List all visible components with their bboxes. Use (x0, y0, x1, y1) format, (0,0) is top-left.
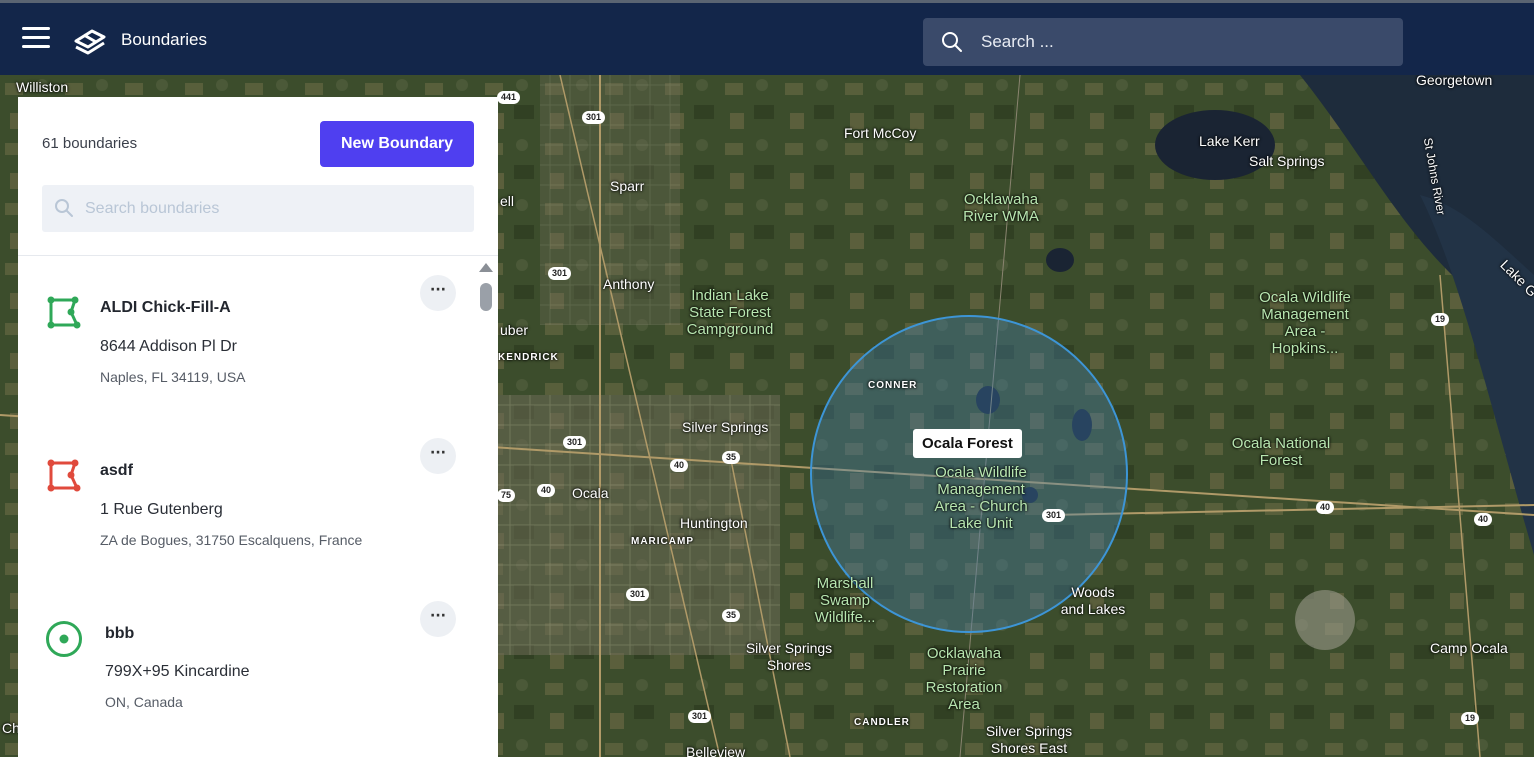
boundary-address-line1: 8644 Addison Pl Dr (100, 338, 237, 355)
global-search-box[interactable] (923, 18, 1403, 66)
boundary-address-line1: 1 Rue Gutenberg (100, 501, 223, 518)
polygon-boundary-icon (47, 296, 81, 329)
road-shield: 301 (626, 588, 650, 601)
boundary-address-line1: 799X+95 Kincardine (105, 663, 250, 680)
map-label: ell (500, 193, 515, 209)
app-logo-icon (74, 29, 106, 55)
polygon-boundary-icon (47, 459, 81, 492)
map-label: Ocala National Forest (1231, 435, 1331, 469)
top-bar: Boundaries (0, 0, 1534, 75)
more-options-button[interactable]: ··· (420, 601, 456, 637)
road-shield: 40 (670, 459, 689, 472)
boundary-address-line2: ZA de Bogues, 31750 Escalquens, France (100, 532, 363, 548)
boundary-list: ALDI Chick-Fill-A 8644 Addison Pl Dr Nap… (18, 257, 480, 757)
map-label: Marshall Swamp Wildlife... (814, 575, 876, 626)
map-label: Salt Springs (1249, 153, 1325, 169)
global-search-input[interactable] (981, 18, 1381, 66)
scrollbar-thumb[interactable] (480, 283, 492, 311)
road-shield: 441 (497, 91, 521, 104)
list-item[interactable]: asdf 1 Rue Gutenberg ZA de Bogues, 31750… (18, 420, 480, 580)
road-shield: 301 (688, 710, 712, 723)
boundary-search-input[interactable] (85, 185, 465, 232)
list-item[interactable]: ALDI Chick-Fill-A 8644 Addison Pl Dr Nap… (18, 257, 480, 417)
circle-boundary-icon (46, 621, 82, 657)
map-label: KENDRICK (498, 352, 559, 363)
map-label: Silver Springs (682, 419, 769, 435)
map-label: Belleview (686, 744, 746, 757)
map-label: Georgetown (1416, 75, 1493, 88)
new-boundary-button[interactable]: New Boundary (320, 121, 474, 167)
map-label: Woods and Lakes (1060, 584, 1126, 617)
map-label: Camp Ocala (1430, 640, 1508, 656)
map-label: Ocklawaha Prairie Restoration Area (925, 645, 1003, 713)
map-label: Silver Springs Shores (745, 640, 833, 673)
road-shield: 35 (722, 609, 741, 622)
divider (18, 255, 498, 256)
map-label: Sparr (610, 178, 645, 194)
map-label: Ocklawaha River WMA (963, 191, 1039, 225)
boundary-search-box[interactable] (42, 185, 474, 232)
list-item[interactable]: bbb 799X+95 Kincardine ON, Canada ··· (18, 583, 480, 743)
map-label: MARICAMP (631, 536, 694, 547)
map-label: Williston (16, 79, 69, 95)
boundary-name: bbb (105, 625, 135, 642)
map-label: Anthony (603, 276, 655, 292)
app-title: Boundaries (121, 30, 208, 49)
road-shield: 40 (537, 484, 556, 497)
map-label: uber (500, 322, 529, 338)
selected-boundary-label[interactable]: Ocala Forest (913, 429, 1022, 458)
map-label: CONNER (868, 380, 918, 391)
road-shield: 40 (1316, 501, 1335, 514)
map-label: Huntington (680, 515, 748, 531)
more-options-button[interactable]: ··· (420, 438, 456, 474)
boundary-name: ALDI Chick-Fill-A (100, 299, 231, 316)
boundaries-panel: 61 boundaries New Boundary ALDI Chick-Fi… (18, 97, 498, 757)
map-label: Silver Springs Shores East (985, 723, 1073, 756)
road-shield: 19 (1461, 712, 1480, 725)
road-shield: 301 (548, 267, 572, 280)
road-shield: 75 (497, 489, 516, 502)
boundary-address-line2: Naples, FL 34119, USA (100, 369, 246, 385)
road-shield: 301 (1042, 509, 1066, 522)
map-label: Ocala Wildlife Management Area - Church … (934, 464, 1028, 532)
map-label: Ocala (572, 485, 609, 501)
road-shield: 301 (582, 111, 606, 124)
boundary-count: 61 boundaries (42, 135, 138, 152)
boundary-address-line2: ON, Canada (105, 694, 183, 710)
search-icon (55, 199, 73, 217)
more-options-button[interactable]: ··· (420, 275, 456, 311)
search-icon (942, 32, 962, 52)
road-shield: 40 (1474, 513, 1493, 526)
map-label: Indian Lake State Forest Campground (686, 287, 774, 338)
boundary-name: asdf (100, 462, 133, 479)
road-shield: 301 (563, 436, 587, 449)
map-label: CANDLER (854, 717, 910, 728)
road-shield: 19 (1431, 313, 1450, 326)
road-shield: 35 (722, 451, 741, 464)
map-label: Ocala Wildlife Management Area - Hopkins… (1259, 289, 1351, 357)
map-label: Lake Kerr (1199, 133, 1260, 149)
hamburger-menu-icon[interactable] (22, 27, 50, 51)
map-label: Fort McCoy (844, 125, 917, 141)
scroll-up-arrow-icon[interactable] (479, 263, 493, 272)
